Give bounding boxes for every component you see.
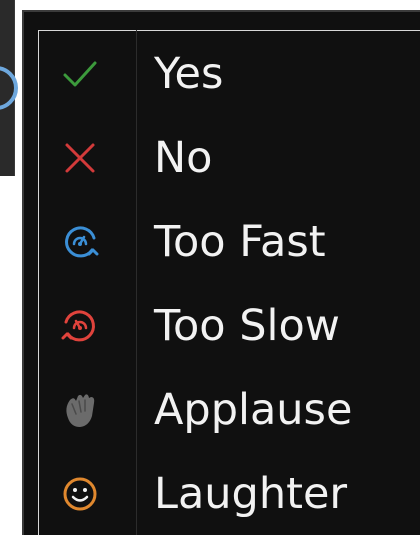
background-ring-icon [0,66,18,110]
menu-item-too-fast[interactable]: Too Fast [24,200,420,284]
menu-item-label: Yes [154,49,224,99]
checkmark-icon [58,52,102,96]
reactions-screen: Yes No Too Fast Too Slow Applause Laught… [0,0,420,535]
menu-item-label: Laughter [154,469,348,519]
menu-item-label: No [154,133,213,183]
menu-item-label: Too Slow [154,301,340,351]
speed-up-icon [58,220,102,264]
menu-item-too-slow[interactable]: Too Slow [24,284,420,368]
menu-item-label: Applause [154,385,353,435]
menu-item-no[interactable]: No [24,116,420,200]
menu-item-applause[interactable]: Applause [24,368,420,452]
smiley-face-icon [58,472,102,516]
clapping-hands-icon [58,388,102,432]
menu-item-yes[interactable]: Yes [24,32,420,116]
reactions-menu: Yes No Too Fast Too Slow Applause Laught… [22,10,420,535]
slow-down-icon [58,304,102,348]
menu-item-label: Too Fast [154,217,326,267]
menu-item-laughter[interactable]: Laughter [24,452,420,535]
close-icon [58,136,102,180]
